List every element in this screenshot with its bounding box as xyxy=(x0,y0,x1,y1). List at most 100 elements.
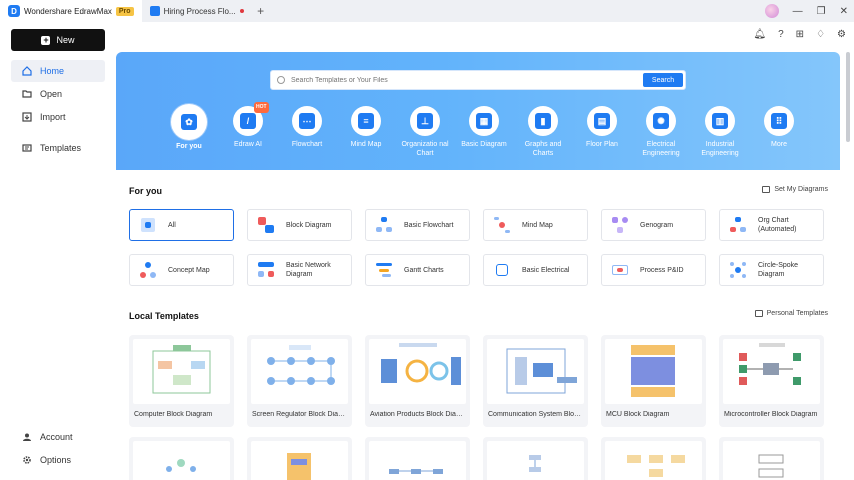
minimize-icon[interactable]: — xyxy=(793,6,803,17)
new-tab-button[interactable]: + xyxy=(252,4,270,18)
diagram-type-card[interactable]: Block Diagram xyxy=(247,209,352,241)
home-icon xyxy=(22,66,32,76)
diagram-type-card[interactable]: Concept Map xyxy=(129,254,234,286)
gantt-icon xyxy=(376,262,392,278)
diagram-type-card[interactable]: Basic Network Diagram xyxy=(247,254,352,286)
category-label: Organizatio nal Chart xyxy=(401,141,449,157)
search-button[interactable]: Search xyxy=(643,73,683,87)
document-tab[interactable]: Hiring Process Flo... xyxy=(142,0,252,22)
template-name: Microcontroller Block Diagram xyxy=(724,411,818,418)
category-floor-plan[interactable]: ▤ Floor Plan xyxy=(577,106,627,158)
template-card[interactable] xyxy=(129,437,234,480)
list-settings-icon xyxy=(762,186,771,193)
category-label: Electrical Engineering xyxy=(642,141,680,157)
category-electrical[interactable]: ✺ Electrical Engineering xyxy=(636,106,686,158)
category-org-chart[interactable]: ⊥ Organizatio nal Chart xyxy=(400,106,450,158)
scrollbar[interactable] xyxy=(846,52,850,142)
template-card[interactable] xyxy=(483,437,588,480)
template-thumbnail xyxy=(723,339,820,404)
apps-icon[interactable]: ⊞ xyxy=(796,29,804,40)
diagram-type-label: Process P&ID xyxy=(640,266,684,274)
diagram-type-label: Circle-Spoke Diagram xyxy=(758,262,799,278)
diagram-type-card[interactable]: Circle-Spoke Diagram xyxy=(719,254,824,286)
category-edraw-ai[interactable]: HOT / Edraw AI xyxy=(223,102,273,158)
diagram-type-card[interactable]: Mind Map xyxy=(483,209,588,241)
category-more[interactable]: ⠿ More xyxy=(754,106,804,158)
sidebar-item-open[interactable]: Open xyxy=(11,83,105,105)
template-card[interactable]: MCU Block Diagram xyxy=(601,335,706,427)
template-card[interactable] xyxy=(247,437,352,480)
settings-icon[interactable]: ⚙ xyxy=(837,29,846,40)
org-chart-icon xyxy=(730,217,746,233)
template-card[interactable] xyxy=(719,437,824,480)
template-card[interactable]: Microcontroller Block Diagram xyxy=(719,335,824,427)
process-pid-icon xyxy=(612,262,628,278)
template-thumbnail xyxy=(723,441,820,480)
sidebar-item-label: Account xyxy=(40,432,73,442)
template-card[interactable] xyxy=(365,437,470,480)
close-icon[interactable]: ✕ xyxy=(840,6,848,17)
diagram-type-card[interactable]: Org Chart (Automated) xyxy=(719,209,824,241)
template-card[interactable]: Screen Regulator Block Diagram xyxy=(247,335,352,427)
diagram-type-label: Block Diagram xyxy=(286,221,332,229)
category-label: Basic Diagram xyxy=(461,141,507,148)
category-mind-map[interactable]: ≡ Mind Map xyxy=(341,106,391,158)
sidebar-item-label: Open xyxy=(40,89,63,99)
bell-icon[interactable]: 🔔︎ xyxy=(753,29,766,40)
diagram-type-card[interactable]: All xyxy=(129,209,234,241)
flowchart-icon xyxy=(376,217,392,233)
template-card[interactable]: Computer Block Diagram xyxy=(129,335,234,427)
sidebar-item-options[interactable]: Options xyxy=(11,449,105,471)
shirt-icon[interactable]: ♢ xyxy=(816,29,825,40)
template-thumbnail xyxy=(133,339,230,404)
diagram-type-label: Basic Network Diagram xyxy=(286,262,331,278)
flowchart-icon: ⋯ xyxy=(292,106,322,136)
diagram-type-card[interactable]: Genogram xyxy=(601,209,706,241)
sidebar-item-label: Import xyxy=(40,112,66,122)
floor-plan-icon: ▤ xyxy=(587,106,617,136)
search-input[interactable] xyxy=(291,76,631,84)
sidebar-item-account[interactable]: Account xyxy=(11,426,105,448)
diagram-type-label: Org Chart (Automated) xyxy=(758,217,797,233)
sidebar-item-import[interactable]: Import xyxy=(11,106,105,128)
personal-templates-link[interactable]: Personal Templates xyxy=(754,310,828,317)
for-you-title: For you xyxy=(129,186,162,196)
plus-icon: + xyxy=(41,34,51,45)
diagram-type-card[interactable]: Gantt Charts xyxy=(365,254,470,286)
category-flowchart[interactable]: ⋯ Flowchart xyxy=(282,106,332,158)
app-tab[interactable]: D Wondershare EdrawMax Pro xyxy=(0,0,142,22)
category-label: More xyxy=(771,141,787,148)
sidebar-item-templates[interactable]: Templates xyxy=(11,137,105,159)
gear-icon xyxy=(23,456,31,464)
search-bar: Search xyxy=(270,70,686,90)
hot-badge: HOT xyxy=(254,102,269,113)
search-icon xyxy=(277,76,285,84)
template-thumbnail xyxy=(251,441,348,480)
import-icon xyxy=(22,112,32,122)
avatar[interactable] xyxy=(764,4,779,18)
diagram-type-card[interactable]: Process P&ID xyxy=(601,254,706,286)
category-graphs-charts[interactable]: ▮ Graphs and Charts xyxy=(518,106,568,158)
template-card[interactable]: Communication System Block ... xyxy=(483,335,588,427)
diagram-type-card[interactable]: Basic Flowchart xyxy=(365,209,470,241)
category-bar: ✿ For you HOT / Edraw AI ⋯ Flowchart ≡ M… xyxy=(164,102,804,158)
category-basic-diagram[interactable]: ▦ Basic Diagram xyxy=(459,106,509,158)
help-icon[interactable]: ? xyxy=(778,29,784,40)
industrial-icon: ▥ xyxy=(705,106,735,136)
electrical-icon xyxy=(494,262,510,278)
category-industrial[interactable]: ▥ Industrial Engineering xyxy=(695,106,745,158)
template-card[interactable] xyxy=(601,437,706,480)
template-thumbnail xyxy=(133,441,230,480)
new-button[interactable]: + New xyxy=(11,29,105,51)
category-for-you[interactable]: ✿ For you xyxy=(164,106,214,158)
template-thumbnail xyxy=(605,339,702,404)
template-name: Screen Regulator Block Diagram xyxy=(252,411,348,418)
sidebar-item-label: Home xyxy=(40,66,65,76)
set-my-diagrams-link[interactable]: Set My Diagrams xyxy=(762,186,828,193)
diagram-type-label: Concept Map xyxy=(168,266,210,274)
sidebar-item-home[interactable]: Home xyxy=(11,60,105,82)
for-you-icon: ✿ xyxy=(173,106,205,138)
diagram-type-card[interactable]: Basic Electrical xyxy=(483,254,588,286)
template-card[interactable]: Aviation Products Block Diagr... xyxy=(365,335,470,427)
restore-icon[interactable]: ❐ xyxy=(817,6,826,17)
